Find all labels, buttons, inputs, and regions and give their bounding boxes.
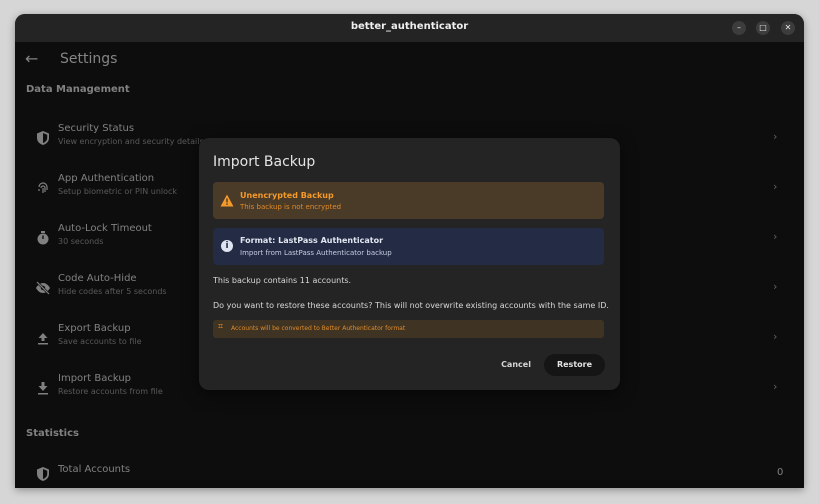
format-title: Format: LastPass Authenticator [240,236,384,245]
restore-button[interactable]: Restore [544,354,605,376]
title-bar[interactable]: better_authenticator – □ ✕ [15,14,804,42]
format-info-banner: i Format: LastPass Authenticator Import … [213,228,604,265]
warning-icon [220,194,234,207]
backup-count-text: This backup contains 11 accounts. [213,276,352,285]
conversion-note: ⌗ Accounts will be converted to Better A… [213,320,604,338]
close-button[interactable]: ✕ [781,21,795,35]
import-backup-dialog: Import Backup Unencrypted Backup This ba… [199,138,620,390]
minimize-button[interactable]: – [732,21,746,35]
window-title: better_authenticator [350,21,469,32]
dialog-title: Import Backup [213,154,316,170]
unencrypted-warning-banner: Unencrypted Backup This backup is not en… [213,182,604,219]
maximize-button[interactable]: □ [756,21,770,35]
format-subtitle: Import from LastPass Authenticator backu… [240,249,392,257]
warning-title: Unencrypted Backup [240,191,334,200]
restore-question-text: Do you want to restore these accounts? T… [213,301,609,310]
conversion-note-text: Accounts will be converted to Better Aut… [231,325,406,332]
cancel-button[interactable]: Cancel [489,354,543,376]
info-icon: i [221,240,233,252]
warning-subtitle: This backup is not encrypted [240,203,342,211]
crop-icon: ⌗ [218,322,224,332]
